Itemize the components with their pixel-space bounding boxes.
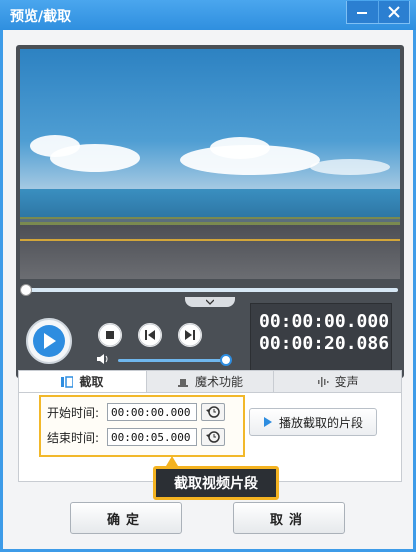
cancel-button[interactable]: 取消 <box>233 502 345 534</box>
total-time: 00:00:20.086 <box>259 333 390 354</box>
stop-icon <box>98 323 122 347</box>
end-time-input[interactable] <box>107 428 197 446</box>
window-title: 预览/截取 <box>10 9 72 25</box>
minimize-icon <box>357 12 368 14</box>
clock-reset-icon <box>206 431 220 443</box>
window-controls <box>346 1 410 24</box>
guard-rail <box>20 219 400 222</box>
clip-tooltip: 截取视频片段 <box>153 466 279 500</box>
volume-icon[interactable] <box>96 353 110 365</box>
play-clip-button[interactable]: 播放截取的片段 <box>249 408 377 436</box>
timeline-track <box>24 288 398 292</box>
play-icon <box>263 417 272 427</box>
clock-reset-icon <box>206 406 220 418</box>
previous-frame-button[interactable] <box>138 323 162 347</box>
cloud-shape <box>210 137 270 159</box>
audio-wave-icon <box>317 376 329 387</box>
cloud-shape <box>310 159 390 175</box>
magic-hat-icon <box>178 378 188 387</box>
volume-handle[interactable] <box>220 354 232 366</box>
current-time: 00:00:00.000 <box>259 311 390 332</box>
tab-clip[interactable]: 截取 <box>19 371 146 392</box>
timecode-display: 00:00:00.000 00:00:20.086 <box>250 303 392 371</box>
play-button-face <box>33 325 65 357</box>
preview-panel: 00:00:00.000 00:00:20.086 <box>16 45 404 378</box>
stop-button[interactable] <box>98 323 122 347</box>
timeline-handle[interactable] <box>20 284 32 296</box>
step-back-icon <box>138 323 162 347</box>
end-time-reset-button[interactable] <box>201 428 225 446</box>
tooltip-arrow <box>166 456 178 466</box>
minimize-button[interactable] <box>347 1 378 23</box>
clip-icon <box>61 375 74 388</box>
dialog-content: 00:00:00.000 00:00:20.086 截取 魔术功能 变声 开始时… <box>3 30 413 549</box>
play-button[interactable] <box>26 318 72 364</box>
volume-slider[interactable] <box>118 359 224 362</box>
clip-time-fields: 开始时间: 结束时间: <box>39 395 245 457</box>
chevron-down-icon <box>206 299 214 305</box>
cloud-shape <box>50 144 140 172</box>
end-time-row: 结束时间: <box>47 428 225 446</box>
ok-button[interactable]: 确定 <box>70 502 182 534</box>
close-button[interactable] <box>377 1 410 23</box>
step-forward-icon <box>178 323 202 347</box>
tab-magic-label: 魔术功能 <box>195 375 244 389</box>
start-time-row: 开始时间: <box>47 403 225 421</box>
title-bar[interactable]: 预览/截取 <box>0 0 416 30</box>
tab-voice-label: 变声 <box>334 375 359 389</box>
preview-clip-dialog: 预览/截取 00:00:00.000 00:00:20.086 截取 魔术功能 … <box>0 0 416 552</box>
start-time-reset-button[interactable] <box>201 403 225 421</box>
end-time-label: 结束时间: <box>47 430 100 445</box>
start-time-label: 开始时间: <box>47 405 100 420</box>
play-icon <box>44 333 56 349</box>
tab-magic[interactable]: 魔术功能 <box>145 371 274 392</box>
road-area <box>20 225 400 279</box>
collapse-toggle[interactable] <box>185 297 235 307</box>
tab-voice[interactable]: 变声 <box>273 371 401 392</box>
start-time-input[interactable] <box>107 403 197 421</box>
road-line <box>20 239 400 241</box>
timeline-slider[interactable] <box>20 283 400 296</box>
tab-clip-label: 截取 <box>79 375 104 389</box>
play-clip-label: 播放截取的片段 <box>278 415 363 430</box>
tab-bar: 截取 魔术功能 变声 <box>19 371 401 393</box>
close-icon <box>388 6 400 18</box>
next-frame-button[interactable] <box>178 323 202 347</box>
video-preview[interactable] <box>20 49 400 279</box>
